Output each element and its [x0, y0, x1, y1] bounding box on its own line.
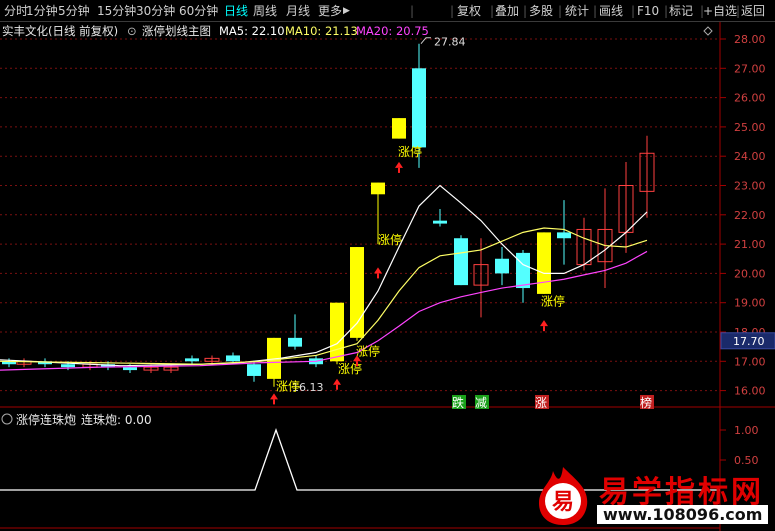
up-arrow-icon	[333, 378, 341, 385]
candle-body	[226, 355, 240, 362]
candle-body	[433, 220, 447, 224]
price-tick-label: 23.00	[734, 180, 766, 193]
price-tick-label: 17.00	[734, 355, 766, 368]
price-tick-label: 25.00	[734, 121, 766, 134]
price-tick-label: 19.00	[734, 297, 766, 310]
brand-url: www.108096.com	[597, 505, 769, 524]
high-price-label: 27.84	[434, 36, 466, 49]
candle-body	[495, 258, 509, 274]
candle-body	[454, 238, 468, 286]
limit-up-label: 涨停	[541, 294, 565, 309]
price-tick-label: 27.00	[734, 62, 766, 75]
flame-logo-icon: 易	[539, 467, 588, 525]
candle-body	[288, 337, 302, 347]
candle-body	[350, 247, 364, 338]
candle-body	[61, 364, 75, 368]
candle-body	[412, 68, 426, 148]
signal-marker-label: 涨	[535, 395, 547, 410]
candle-body	[557, 232, 571, 239]
candle-body	[516, 252, 530, 289]
sub-tick-label: 1.00	[734, 424, 759, 437]
signal-marker-label: 减	[475, 396, 487, 410]
limit-up-label: 涨停	[356, 343, 380, 358]
limit-up-label: 涨停	[276, 379, 300, 394]
up-arrow-icon	[540, 320, 548, 327]
limit-up-label: 涨停	[338, 361, 362, 376]
logo-glyph: 易	[552, 490, 574, 515]
candle-body	[185, 358, 199, 362]
signal-marker-label: 榜	[640, 395, 652, 410]
candle-body	[247, 364, 261, 376]
limit-up-label: 涨停	[398, 144, 422, 159]
candle-body	[392, 118, 406, 139]
candle-body	[330, 302, 344, 362]
settings-diamond-icon	[703, 26, 713, 36]
current-price-label: 17.70	[733, 335, 765, 348]
price-tick-label: 21.00	[734, 238, 766, 251]
price-tick-label: 16.00	[734, 385, 766, 398]
watermark-logo: 易 易学指标网 www.108096.com	[533, 465, 769, 527]
candle-body	[371, 182, 385, 195]
price-tick-label: 20.00	[734, 267, 766, 280]
signal-marker-label: 跌	[452, 395, 464, 410]
sub-indicator-name: 涨停连珠炮	[16, 412, 76, 427]
candle-body	[537, 232, 551, 294]
sub-indicator-value: 连珠炮: 0.00	[81, 412, 152, 427]
price-tick-label: 24.00	[734, 150, 766, 163]
candle-body	[123, 367, 137, 371]
kline-chart[interactable]: 28.00 27.00 26.00 25.00 24.00 23.00 22.00 21.00…	[0, 0, 775, 531]
limit-up-label: 涨停	[378, 232, 402, 247]
up-arrow-icon	[374, 267, 382, 274]
price-tick-label: 26.00	[734, 92, 766, 105]
price-tick-label: 28.00	[734, 33, 766, 46]
up-arrow-icon	[395, 161, 403, 168]
sub-dropdown-icon	[1, 413, 13, 425]
up-arrow-icon	[270, 393, 278, 400]
price-tick-label: 22.00	[734, 209, 766, 222]
